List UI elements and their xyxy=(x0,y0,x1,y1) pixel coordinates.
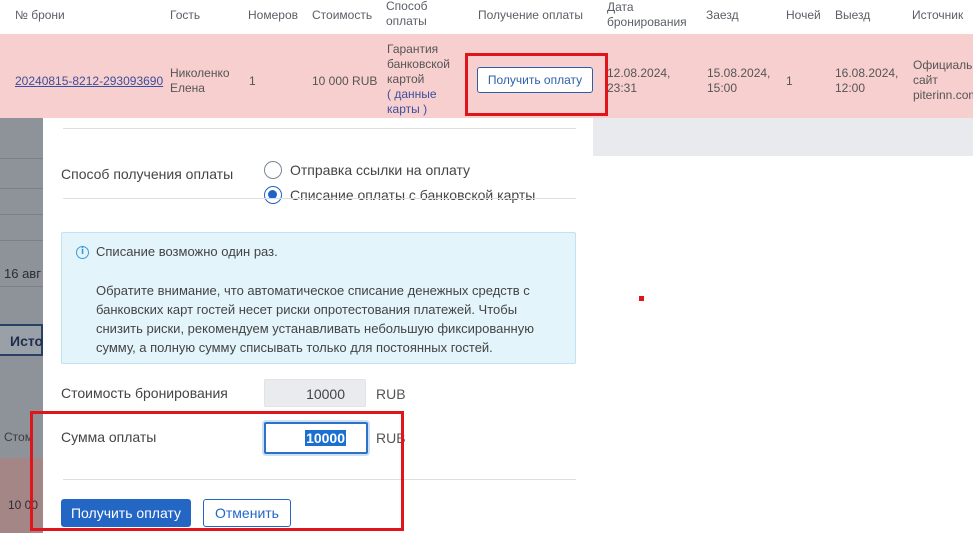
arrival-date-line1: 15.08.2024, xyxy=(707,66,771,80)
booking-date-line2: 23:31 xyxy=(607,81,638,95)
card-data-open-paren: ( xyxy=(387,87,391,101)
booking-date-line1: 12.08.2024, xyxy=(607,66,671,80)
backdrop-band xyxy=(593,118,973,156)
arrival-date-line2: 15:00 xyxy=(707,81,738,95)
table-header: № брони Гость Номеров Стоимость Способ о… xyxy=(0,0,973,34)
departure-date-line2: 12:00 xyxy=(835,81,866,95)
header-booking-date-line2: бронирования xyxy=(607,15,687,29)
booking-number-link[interactable]: 20240815-8212-293093690 xyxy=(15,74,163,89)
booking-cost-label: Стоимость бронирования xyxy=(61,385,228,401)
card-data-link-2[interactable]: карты xyxy=(387,102,420,116)
header-booking-no[interactable]: № брони xyxy=(15,8,65,23)
booking-cost-field: 10000 xyxy=(264,379,366,407)
divider xyxy=(0,286,43,287)
info-alert: i Списание возможно один раз. Обратите в… xyxy=(61,232,576,364)
backdrop-date-fragment: 16 авг xyxy=(4,266,41,281)
radio-card-charge[interactable] xyxy=(264,186,282,204)
radio-send-link-label[interactable]: Отправка ссылки на оплату xyxy=(290,162,470,178)
booking-cost-unit: RUB xyxy=(376,386,406,402)
info-icon: i xyxy=(76,246,89,259)
departure-date-line1: 16.08.2024, xyxy=(835,66,899,80)
header-payment-method[interactable]: Способ оплаты xyxy=(386,0,428,29)
header-payment-method-line2: оплаты xyxy=(386,14,427,28)
booking-source-line1: Официаль xyxy=(913,58,973,72)
booking-source-line2: сайт xyxy=(913,73,938,87)
booking-cost: 10 000 RUB xyxy=(312,74,378,88)
header-rooms[interactable]: Номеров xyxy=(248,8,298,23)
divider xyxy=(63,198,576,199)
card-data-link[interactable]: данные xyxy=(394,87,436,101)
card-data-line2: карты ) xyxy=(387,102,450,117)
card-data-line1: ( данные xyxy=(387,87,450,102)
annotation-box-bottom xyxy=(30,411,404,531)
divider xyxy=(0,214,43,215)
radio-card-charge-label[interactable]: Списание оплаты с банковской карты xyxy=(290,187,535,203)
departure-date: 16.08.2024, 12:00 xyxy=(835,66,898,96)
annotation-box-top xyxy=(465,53,608,116)
payment-method-line1: Гарантия xyxy=(387,42,439,56)
annotation-dot xyxy=(639,296,644,301)
guest-name: Николенко Елена xyxy=(170,66,230,96)
radio-send-link[interactable] xyxy=(264,161,282,179)
header-departure[interactable]: Выезд xyxy=(835,8,870,23)
payment-method-line3: картой xyxy=(387,72,425,86)
guest-name-line1: Николенко xyxy=(170,66,230,80)
guest-name-line2: Елена xyxy=(170,81,205,95)
nights-count: 1 xyxy=(786,74,793,88)
booking-date: 12.08.2024, 23:31 xyxy=(607,66,670,96)
payment-method-label: Способ получения оплаты xyxy=(61,166,234,182)
header-payment-method-line1: Способ xyxy=(386,0,428,13)
header-booking-date[interactable]: Дата бронирования xyxy=(607,0,687,30)
divider xyxy=(0,158,43,159)
booking-source-line3: piterinn.com xyxy=(913,88,973,102)
header-source[interactable]: Источник xyxy=(912,8,963,23)
header-nights[interactable]: Ночей xyxy=(786,8,821,23)
arrival-date: 15.08.2024, 15:00 xyxy=(707,66,770,96)
header-cost[interactable]: Стоимость xyxy=(312,8,372,23)
payment-method-line2: банковской xyxy=(387,57,450,71)
backdrop-source-button: Исто xyxy=(0,324,43,356)
divider xyxy=(0,188,43,189)
divider xyxy=(0,240,43,241)
rooms-count: 1 xyxy=(249,74,256,88)
card-data-close-paren: ) xyxy=(423,102,428,116)
header-receive-payment[interactable]: Получение оплаты xyxy=(478,8,583,23)
header-guest[interactable]: Гость xyxy=(170,8,200,23)
header-booking-date-line1: Дата xyxy=(607,0,634,14)
info-alert-body: Обратите внимание, что автоматическое сп… xyxy=(96,283,534,355)
booking-source: Официаль сайт piterinn.com xyxy=(913,58,973,103)
payment-method: Гарантия банковской картой ( данные карт… xyxy=(387,42,450,117)
divider xyxy=(63,128,576,129)
header-arrival[interactable]: Заезд xyxy=(706,8,739,23)
info-alert-title: Списание возможно один раз. xyxy=(96,244,278,259)
